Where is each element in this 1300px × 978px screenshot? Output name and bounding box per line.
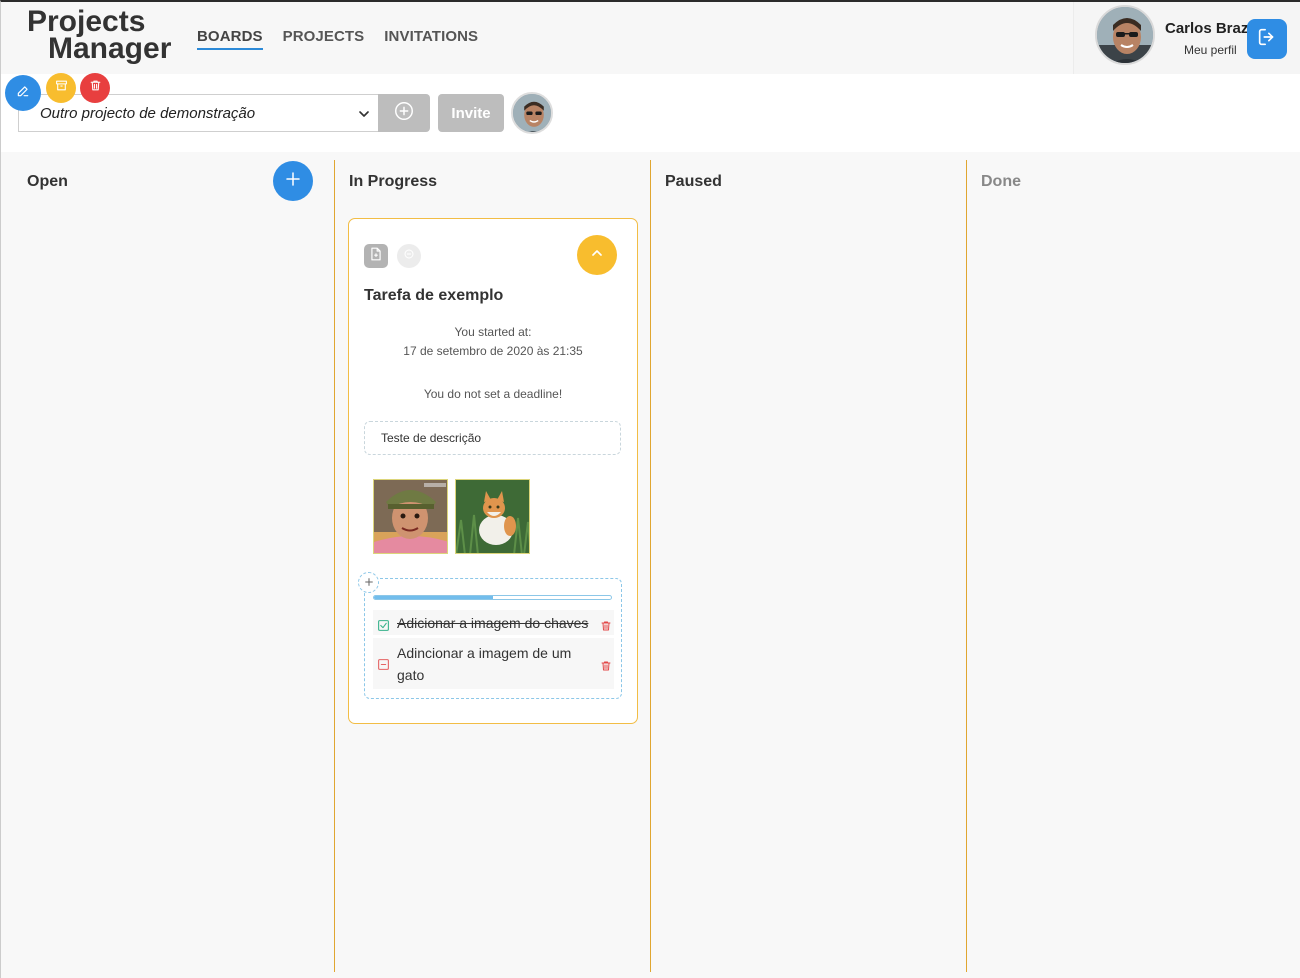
delete-project-button[interactable] (80, 73, 110, 103)
checklist-progress-bar (373, 595, 612, 600)
trash-icon (89, 79, 102, 97)
column-title-done: Done (981, 173, 1021, 190)
pencil-icon (16, 84, 30, 103)
column-paused: Paused (650, 160, 966, 972)
trash-icon[interactable] (600, 656, 612, 678)
column-in-progress: In Progress Tarefa de exemplo You starte… (334, 160, 650, 972)
checklist-item-text[interactable]: Adincionar a imagem de um gato (397, 642, 587, 686)
column-title-open: Open (27, 173, 68, 190)
archive-project-button[interactable] (46, 73, 76, 103)
invite-button[interactable]: Invite (438, 94, 504, 132)
task-secondary-button[interactable] (397, 244, 421, 268)
user-avatar[interactable] (1095, 5, 1155, 65)
task-card[interactable]: Tarefa de exemplo You started at: 17 de … (348, 218, 638, 724)
checklist-item: Adicionar a imagem do chaves (373, 610, 614, 635)
logo-line-2: Manager (48, 32, 172, 65)
add-checklist-item-button[interactable] (358, 572, 379, 593)
archive-icon (55, 79, 68, 97)
checklist-item-text[interactable]: Adicionar a imagem do chaves (397, 612, 588, 634)
add-task-button[interactable] (273, 161, 313, 201)
trash-icon[interactable] (600, 616, 612, 638)
member-avatar[interactable] (511, 92, 553, 134)
deadline-text: You do not set a deadline! (423, 387, 563, 401)
kanban-board: Open In Progress Tarefa de exemplo You s… (1, 152, 1300, 978)
project-select-value: Outro projecto de demonstração (40, 104, 256, 122)
checkbox-checked-icon[interactable] (377, 616, 390, 638)
nav-invitations[interactable]: INVITATIONS (384, 28, 478, 50)
plus-icon (364, 574, 374, 592)
logout-button[interactable] (1247, 19, 1287, 59)
checklist-progress-fill (374, 596, 493, 599)
user-box: Carlos Braz Meu perfil (1073, 2, 1300, 74)
plus-icon (284, 170, 302, 193)
project-select[interactable]: Outro projecto de demonstração (18, 94, 378, 132)
column-done: Done (966, 160, 1300, 972)
add-project-button[interactable] (378, 94, 430, 132)
logout-icon (1256, 26, 1278, 53)
checkbox-unchecked-icon[interactable] (377, 655, 390, 677)
checklist-item: Adincionar a imagem de um gato (373, 638, 614, 689)
chevron-up-icon (589, 245, 605, 266)
column-open: Open (1, 160, 334, 972)
circle-icon (403, 247, 415, 265)
main-nav: BOARDS PROJECTS INVITATIONS (197, 28, 478, 50)
task-details-button[interactable] (364, 244, 388, 268)
attachment-image-chaves[interactable] (373, 479, 448, 554)
task-description[interactable]: Teste de descrição (364, 421, 621, 455)
started-date: 17 de setembro de 2020 às 21:35 (403, 344, 583, 358)
collapse-task-button[interactable] (577, 235, 617, 275)
nav-boards[interactable]: BOARDS (197, 28, 263, 50)
checklist: Adicionar a imagem do chaves Adincionar … (358, 572, 622, 699)
app-logo[interactable]: Projects Manager (27, 5, 172, 65)
started-label: You started at: (454, 325, 532, 339)
profile-link[interactable]: Meu perfil (1184, 43, 1237, 57)
user-name: Carlos Braz (1165, 20, 1249, 37)
column-title-paused: Paused (665, 173, 722, 190)
chevron-down-icon (356, 106, 372, 126)
attachment-image-cat[interactable] (455, 479, 530, 554)
column-title-in-progress: In Progress (349, 173, 438, 190)
document-icon (370, 247, 382, 266)
nav-projects[interactable]: PROJECTS (283, 28, 365, 50)
app-header: Projects Manager BOARDS PROJECTS INVITAT… (1, 2, 1300, 74)
task-title: Tarefa de exemplo (364, 287, 504, 304)
project-toolbar: Outro projecto de demonstração Invite (1, 73, 1300, 152)
edit-project-button[interactable] (5, 75, 41, 111)
logo-line-1: Projects (27, 5, 146, 38)
plus-circle-icon (393, 100, 415, 127)
